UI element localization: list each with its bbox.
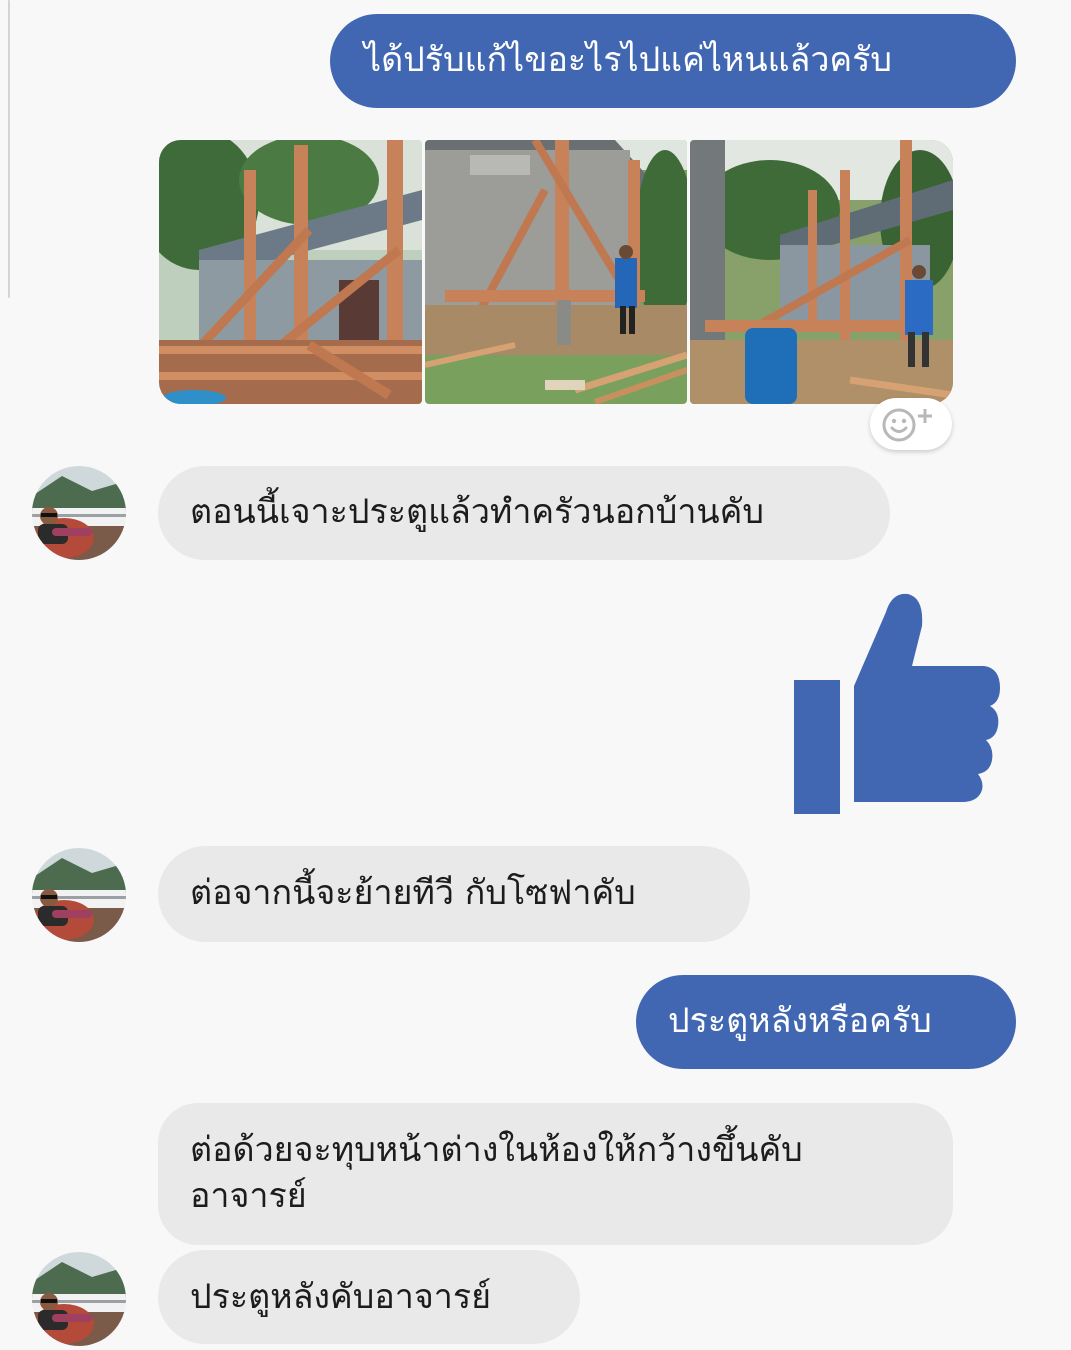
message-text: ตอนนี้เจาะประตูแล้วทำครัวนอกบ้านคับ (190, 492, 764, 532)
outgoing-message-bubble[interactable]: ได้ปรับแก้ไขอะไรไปแค่ไหนแล้วครับ (330, 14, 1016, 108)
message-text: ต่อจากนี้จะย้ายทีวี กับโซฟาคับ (190, 873, 636, 913)
scroll-edge-line (8, 0, 10, 298)
construction-photo-2[interactable] (425, 140, 687, 404)
thumbs-up-icon (794, 593, 1000, 814)
construction-photo-1[interactable] (159, 140, 422, 404)
message-text-line: อาจารย์ (190, 1176, 307, 1216)
message-text: ได้ปรับแก้ไขอะไรไปแค่ไหนแล้วครับ (364, 40, 893, 80)
outgoing-message-bubble[interactable]: ประตูหลังหรือครับ (636, 975, 1016, 1069)
message-text: ประตูหลังหรือครับ (668, 1001, 932, 1041)
message-text-line: ต่อด้วยจะทุบหน้าต่างในห้องให้กว้างขึ้นคั… (190, 1130, 803, 1170)
incoming-message-bubble[interactable]: ตอนนี้เจาะประตูแล้วทำครัวนอกบ้านคับ (158, 466, 890, 560)
message-text: ประตูหลังคับอาจารย์ (190, 1277, 492, 1317)
incoming-message-bubble[interactable]: ต่อจากนี้จะย้ายทีวี กับโซฟาคับ (158, 846, 750, 942)
incoming-message-bubble[interactable]: ประตูหลังคับอาจารย์ (158, 1250, 580, 1344)
add-reaction-button[interactable] (870, 398, 952, 450)
like-sticker[interactable] (794, 592, 1004, 820)
construction-photo-3[interactable] (690, 140, 953, 404)
avatar[interactable] (32, 848, 126, 942)
avatar[interactable] (32, 466, 126, 560)
incoming-message-bubble[interactable]: ต่อด้วยจะทุบหน้าต่างในห้องให้กว้างขึ้นคั… (158, 1103, 953, 1245)
avatar[interactable] (32, 1252, 126, 1346)
add-reaction-icon (882, 408, 932, 442)
